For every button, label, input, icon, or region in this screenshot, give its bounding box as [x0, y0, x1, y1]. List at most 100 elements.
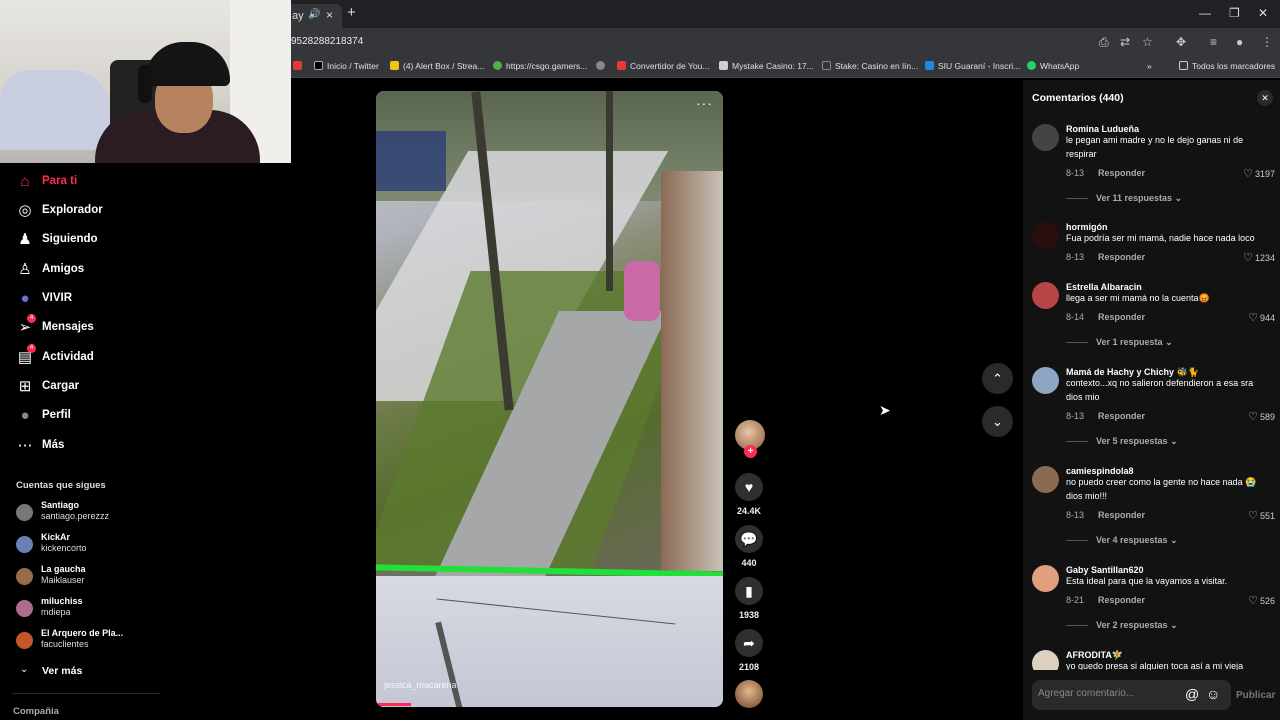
- reply-button[interactable]: Responder: [1098, 411, 1145, 421]
- heart-icon[interactable]: ♥: [735, 473, 763, 501]
- avatar[interactable]: [1032, 282, 1059, 309]
- publish-button[interactable]: Publicar: [1236, 690, 1275, 701]
- followed-account[interactable]: La gaucha Maiklauser: [16, 564, 156, 592]
- comment-action[interactable]: 💬 440: [733, 525, 765, 568]
- reply-button[interactable]: Responder: [1098, 252, 1145, 262]
- comment-user[interactable]: Gaby Santillan620: [1066, 565, 1144, 575]
- bookmarks-overflow-icon[interactable]: »: [1147, 61, 1152, 71]
- bookmark-3[interactable]: [596, 61, 609, 71]
- follow-plus-icon[interactable]: +: [744, 445, 757, 458]
- chevron-down-icon: ⌄: [1170, 535, 1178, 545]
- bookmark-4[interactable]: Convertidor de You...: [617, 61, 709, 71]
- comment-likes[interactable]: ♡ 3197: [1243, 167, 1275, 180]
- extensions-icon[interactable]: ✥: [1176, 35, 1186, 49]
- translate-icon[interactable]: ⇄: [1120, 35, 1130, 49]
- bookmark-8[interactable]: WhatsApp: [1027, 61, 1079, 71]
- comment-user[interactable]: Romina Ludueña: [1066, 124, 1139, 134]
- comment-likes[interactable]: ♡ 944: [1248, 311, 1275, 324]
- install-icon[interactable]: ⎙: [1099, 35, 1109, 50]
- reply-button[interactable]: Responder: [1098, 312, 1145, 322]
- profile-avatar-icon[interactable]: ●: [1236, 35, 1243, 49]
- restore-icon[interactable]: ❐: [1229, 6, 1240, 20]
- nav-amigos[interactable]: ♙ Amigos: [16, 259, 156, 281]
- avatar: [16, 504, 33, 521]
- video-player[interactable]: ··· jessica_macarena: [376, 91, 723, 707]
- avatar[interactable]: [1032, 466, 1059, 493]
- comment-user[interactable]: camiespindola8: [1066, 466, 1134, 476]
- comment-likes[interactable]: ♡ 526: [1248, 594, 1275, 607]
- tab-close-icon[interactable]: ×: [326, 8, 333, 22]
- followed-account[interactable]: El Arquero de Pla... facuclientes: [16, 628, 156, 656]
- comment-icon[interactable]: 💬: [735, 525, 763, 553]
- comment-user[interactable]: Estrella Albaracin: [1066, 282, 1142, 292]
- video-more-button[interactable]: ···: [696, 95, 713, 111]
- nav-explorador[interactable]: ◎ Explorador: [16, 200, 156, 222]
- window-close-icon[interactable]: ✕: [1258, 6, 1268, 20]
- view-replies[interactable]: Ver 5 respuestas ⌄: [1066, 436, 1178, 447]
- speaker-icon[interactable]: 🔊: [308, 9, 320, 20]
- share-icon[interactable]: ➦: [735, 629, 763, 657]
- comment-likes[interactable]: ♡ 589: [1248, 410, 1275, 423]
- see-more-button[interactable]: ⌄ Ver más: [16, 664, 156, 680]
- followed-account[interactable]: Santiago santiago.perezzz: [16, 500, 156, 528]
- avatar[interactable]: [1032, 650, 1059, 670]
- nav-para-ti[interactable]: ⌂ Para ti: [16, 171, 156, 193]
- minimize-icon[interactable]: —: [1199, 6, 1211, 20]
- menu-icon[interactable]: ⋮: [1261, 35, 1273, 49]
- bookmark-5[interactable]: Mystake Casino: 17...: [719, 61, 814, 71]
- whatsapp-icon: [1027, 61, 1036, 70]
- comments-panel: Comentarios (440) ✕ Romina Ludueña le pe…: [1023, 80, 1280, 720]
- reply-button[interactable]: Responder: [1098, 595, 1145, 605]
- comment-likes[interactable]: ♡ 1234: [1243, 251, 1275, 264]
- star-icon[interactable]: ☆: [1142, 35, 1153, 49]
- reply-button[interactable]: Responder: [1098, 168, 1145, 178]
- new-tab-icon[interactable]: +: [347, 4, 356, 21]
- bookmark-6[interactable]: Stake: Casino en lín...: [822, 61, 918, 71]
- video-progress-bar[interactable]: [376, 703, 411, 706]
- bookmark-2[interactable]: https://csgo.gamers...: [493, 61, 587, 71]
- bookmark-0[interactable]: Inicio / Twitter: [314, 61, 379, 71]
- media-icon[interactable]: ≡: [1210, 35, 1217, 49]
- next-video-chevron-down-icon[interactable]: ⌄: [982, 406, 1013, 437]
- nav-vivir[interactable]: ● VIVIR: [16, 288, 156, 310]
- followed-account[interactable]: miluchiss mdiepa: [16, 596, 156, 624]
- avatar[interactable]: [1032, 565, 1059, 592]
- bookmark-icon[interactable]: ▮: [735, 577, 763, 605]
- all-bookmarks[interactable]: Todos los marcadores: [1179, 61, 1275, 71]
- comment-input-box: @ ☺: [1032, 680, 1231, 710]
- video-author[interactable]: jessica_macarena: [384, 680, 457, 690]
- nav-mas[interactable]: ⋯ Más: [16, 435, 156, 457]
- avatar[interactable]: [1032, 124, 1059, 151]
- view-replies[interactable]: Ver 4 respuestas ⌄: [1066, 535, 1178, 546]
- url-text[interactable]: 9528288218374: [291, 36, 363, 47]
- browser-tab[interactable]: ay 🔊 ×: [286, 4, 342, 28]
- close-icon[interactable]: ✕: [1257, 90, 1273, 106]
- nav-mensajes[interactable]: ➢ 4 Mensajes: [16, 314, 156, 339]
- nav-perfil[interactable]: ● Perfil: [16, 405, 156, 427]
- reply-button[interactable]: Responder: [1098, 510, 1145, 520]
- save-action[interactable]: ▮ 1938: [733, 577, 765, 620]
- view-replies[interactable]: Ver 11 respuestas ⌄: [1066, 193, 1182, 204]
- share-action[interactable]: ➦ 2108: [733, 629, 765, 672]
- comment-input[interactable]: [1038, 688, 1178, 699]
- comment-likes[interactable]: ♡ 551: [1248, 509, 1275, 522]
- view-replies[interactable]: Ver 2 respuestas ⌄: [1066, 620, 1178, 631]
- mention-icon[interactable]: @: [1185, 686, 1199, 702]
- bookmark-1[interactable]: (4) Alert Box / Strea...: [390, 61, 484, 71]
- avatar[interactable]: [1032, 367, 1059, 394]
- bookmark-7[interactable]: SIU Guaraní - Inscri...: [925, 61, 1020, 71]
- nav-cargar[interactable]: ⊞ Cargar: [16, 376, 156, 398]
- followed-account[interactable]: KickAr kickencorto: [16, 532, 156, 560]
- comment-user[interactable]: hormigón: [1066, 222, 1108, 232]
- nav-actividad[interactable]: ▤ 4 Actividad: [16, 344, 156, 369]
- previous-video-chevron-up-icon[interactable]: ⌃: [982, 363, 1013, 394]
- next-video-avatar[interactable]: [735, 680, 763, 708]
- nav-siguiendo[interactable]: ♟ Siguiendo: [16, 229, 156, 251]
- like-action[interactable]: ♥ 24.4K: [733, 473, 765, 516]
- avatar[interactable]: [1032, 222, 1059, 249]
- company-link[interactable]: Compañía: [13, 706, 59, 717]
- emoji-icon[interactable]: ☺: [1206, 686, 1220, 702]
- youtube-icon[interactable]: [293, 61, 306, 71]
- stake-icon: [822, 61, 831, 70]
- view-replies[interactable]: Ver 1 respuesta ⌄: [1066, 337, 1173, 348]
